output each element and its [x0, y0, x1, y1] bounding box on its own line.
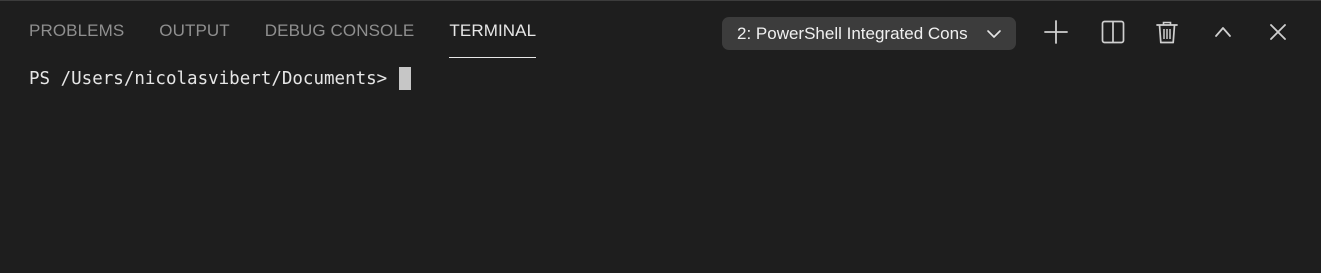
trash-icon [1156, 21, 1178, 44]
terminal-selector-value: 2: PowerShell Integrated Cons [737, 23, 968, 43]
tab-problems[interactable]: PROBLEMS [29, 1, 124, 59]
terminal-prompt: PS /Users/nicolasvibert/Documents> [29, 68, 388, 89]
tab-debug-console[interactable]: DEBUG CONSOLE [265, 1, 415, 59]
split-terminal-button[interactable] [1099, 18, 1127, 46]
terminal-cursor [399, 67, 412, 90]
new-terminal-button[interactable] [1042, 18, 1070, 46]
close-panel-button[interactable] [1264, 18, 1292, 46]
close-icon [1270, 24, 1286, 40]
panel-tabs: PROBLEMS OUTPUT DEBUG CONSOLE TERMINAL [29, 1, 571, 59]
tab-terminal[interactable]: TERMINAL [449, 1, 536, 59]
terminal-panel: PROBLEMS OUTPUT DEBUG CONSOLE TERMINAL 2… [0, 0, 1321, 273]
chevron-down-icon [987, 30, 1001, 38]
terminal-selector-dropdown[interactable]: 2: PowerShell Integrated Cons [722, 17, 1016, 50]
chevron-up-icon [1215, 27, 1231, 37]
tab-output[interactable]: OUTPUT [159, 1, 229, 59]
maximize-panel-button[interactable] [1209, 18, 1237, 46]
terminal-output[interactable]: PS /Users/nicolasvibert/Documents> [29, 67, 412, 90]
split-icon [1101, 20, 1125, 44]
kill-terminal-button[interactable] [1153, 18, 1181, 46]
plus-icon [1044, 20, 1068, 44]
